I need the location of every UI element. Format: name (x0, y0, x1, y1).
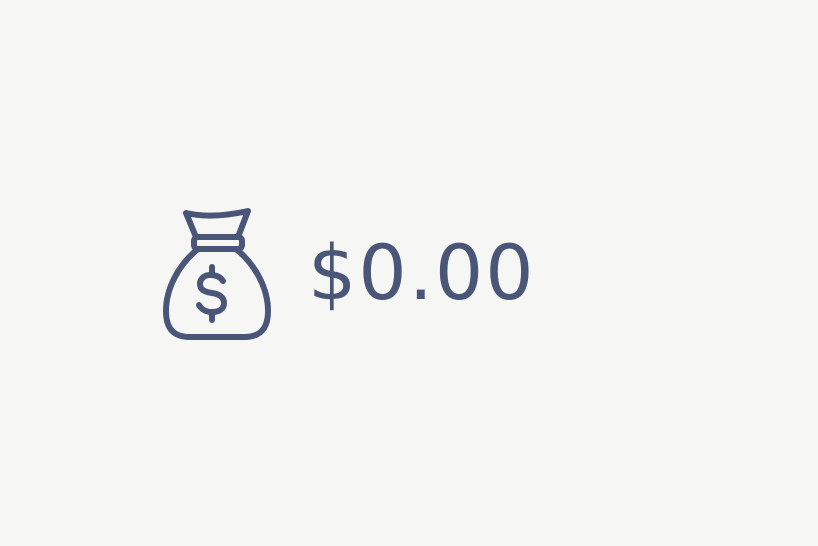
money-bag-icon (163, 207, 271, 340)
balance-amount: $0.00 (308, 227, 536, 317)
balance-display: $0.00 (160, 200, 536, 345)
